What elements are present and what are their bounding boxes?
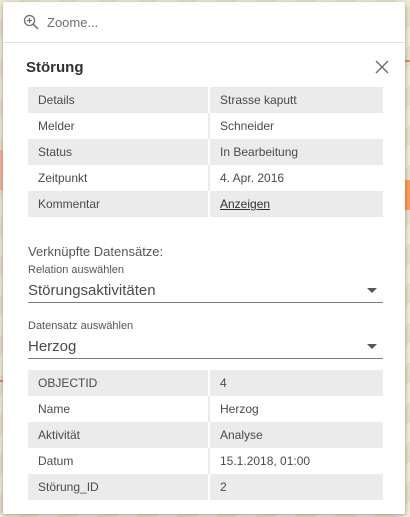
relation-select[interactable]: Störungsaktivitäten <box>28 278 383 303</box>
relation-select-label: Relation auswählen <box>28 264 125 276</box>
related-attribute-table: OBJECTID 4 Name Herzog Aktivität Analyse… <box>28 370 383 500</box>
attribute-key: Melder <box>28 113 210 139</box>
attribute-value: 2 <box>209 474 383 500</box>
attribute-value: Schneider <box>209 113 383 139</box>
attribute-value: 15.1.2018, 01:00 <box>209 448 383 474</box>
zoom-in-icon <box>23 14 39 30</box>
table-row: OBJECTID 4 <box>28 370 383 396</box>
relation-select-block: Relation auswählen Störungsaktivitäten <box>28 264 383 303</box>
attribute-key: Status <box>28 139 210 165</box>
table-row: Kommentar Anzeigen <box>28 191 383 217</box>
table-row: Störung_ID 2 <box>28 474 383 500</box>
close-icon[interactable] <box>375 60 389 74</box>
chevron-down-icon <box>367 287 377 293</box>
table-row: Details Strasse kaputt <box>28 87 383 113</box>
table-row: Aktivität Analyse <box>28 422 383 448</box>
show-comment-link[interactable]: Anzeigen <box>220 197 270 211</box>
record-select[interactable]: Herzog <box>28 334 383 359</box>
feature-popup: Zoome... Störung Details Strasse kaputt … <box>3 2 405 514</box>
attribute-key: Datum <box>28 448 210 474</box>
attribute-value: Herzog <box>209 396 383 422</box>
popup-title: Störung <box>26 59 84 76</box>
attribute-table: Details Strasse kaputt Melder Schneider … <box>28 87 383 217</box>
chevron-down-icon <box>367 343 377 349</box>
zoom-to-action[interactable]: Zoome... <box>3 2 405 43</box>
attribute-key: Zeitpunkt <box>28 165 210 191</box>
attribute-key: Kommentar <box>28 191 210 217</box>
record-select-label: Datensatz auswählen <box>28 320 134 332</box>
attribute-value: In Bearbeitung <box>209 139 383 165</box>
attribute-value: 4. Apr. 2016 <box>209 165 383 191</box>
relation-select-value: Störungsaktivitäten <box>28 281 156 299</box>
attribute-key: Details <box>28 87 210 113</box>
attribute-value: 4 <box>209 370 383 396</box>
table-row: Melder Schneider <box>28 113 383 139</box>
zoom-label[interactable]: Zoome... <box>47 15 98 30</box>
table-row: Zeitpunkt 4. Apr. 2016 <box>28 165 383 191</box>
attribute-key: Name <box>28 396 210 422</box>
attribute-key: Aktivität <box>28 422 210 448</box>
record-select-value: Herzog <box>28 337 77 355</box>
attribute-key: OBJECTID <box>28 370 210 396</box>
table-row: Datum 15.1.2018, 01:00 <box>28 448 383 474</box>
table-row: Status In Bearbeitung <box>28 139 383 165</box>
attribute-value-cell: Anzeigen <box>209 191 383 217</box>
table-row: Name Herzog <box>28 396 383 422</box>
related-records-title: Verknüpfte Datensätze: <box>28 244 164 259</box>
record-select-block: Datensatz auswählen Herzog <box>28 320 383 359</box>
attribute-key: Störung_ID <box>28 474 210 500</box>
attribute-value: Analyse <box>209 422 383 448</box>
attribute-value: Strasse kaputt <box>209 87 383 113</box>
